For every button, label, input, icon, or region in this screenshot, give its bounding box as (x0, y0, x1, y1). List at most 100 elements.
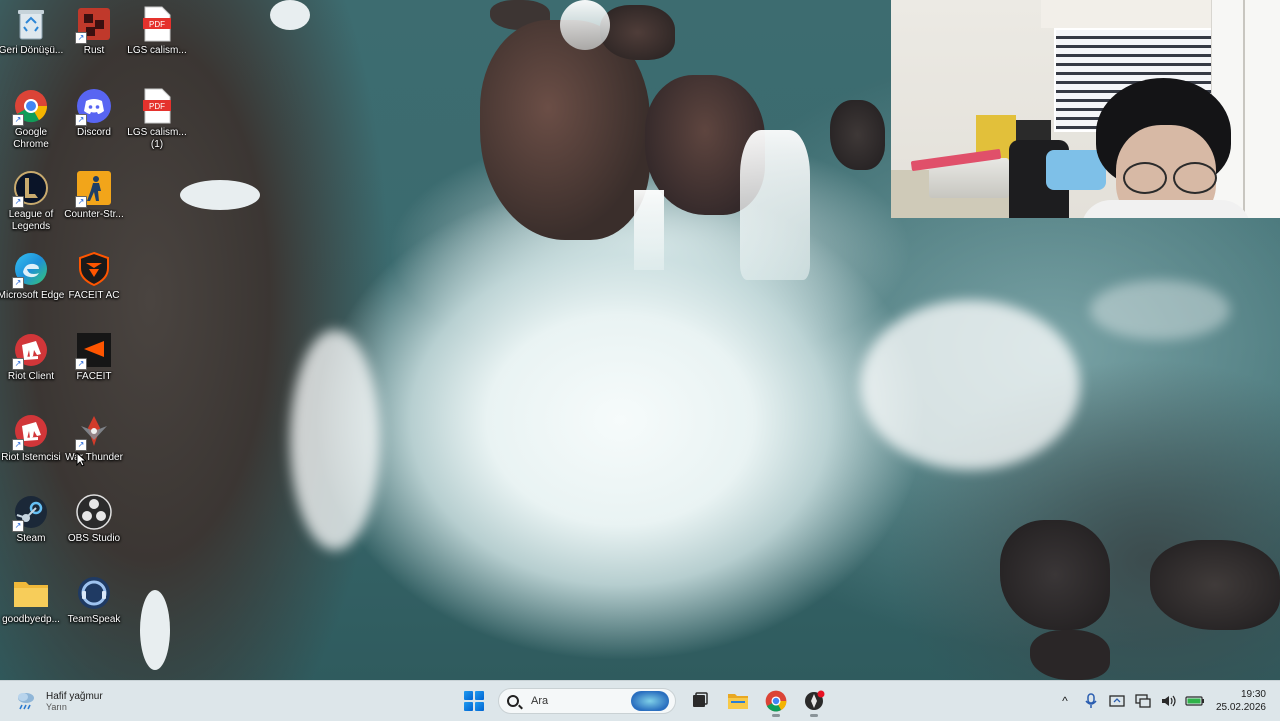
start-button[interactable] (460, 687, 488, 715)
desktop-icon-label: goodbyedp... (2, 614, 60, 625)
webcam-person-shirt (1081, 200, 1251, 218)
shortcut-arrow-icon: ↗ (75, 439, 87, 451)
taskbar-search-box[interactable]: Ara (498, 688, 676, 714)
clock-time: 19:30 (1240, 689, 1266, 700)
desktop-icon-label: Discord (77, 127, 111, 138)
taskbar-clock[interactable]: 19:30 25.02.2026 (1216, 688, 1266, 714)
wallpaper-rock (1000, 520, 1110, 630)
desktop-icon-label: Google Chrome (13, 127, 49, 150)
start-logo-tile (475, 702, 484, 711)
search-placeholder: Ara (531, 695, 549, 707)
shortcut-arrow-icon: ↗ (75, 358, 87, 370)
taskbar-center: Ara (460, 685, 828, 717)
recycle-bin-icon (13, 6, 49, 42)
file-explorer-button[interactable] (724, 687, 752, 715)
desktop-icon-label: FACEIT AC (68, 290, 120, 301)
weather-subtext: Yarın (46, 701, 67, 712)
desktop-icon-label: Steam (16, 533, 46, 544)
wallpaper-rock (1150, 540, 1280, 630)
desktop-icon-faceit-ac[interactable]: FACEIT AC (63, 247, 125, 325)
desktop-icon-faceit[interactable]: ↗ FACEIT (63, 328, 125, 406)
webcam-bag (1046, 150, 1106, 190)
desktop-icon-label: Microsoft Edge (0, 290, 65, 301)
task-view-icon (693, 692, 708, 707)
wallpaper-waterfall (634, 190, 664, 270)
wallpaper-rock (830, 100, 885, 170)
wallpaper-waterfall (740, 130, 810, 280)
desktop-icon-goodbyedpi-folder[interactable]: goodbyedp... (0, 571, 62, 649)
desktop-icon-riot-client[interactable]: ↗ Riot Client (0, 328, 62, 406)
desktop-icon-label: LGS calism... (1) (127, 127, 187, 150)
shortcut-arrow-icon: ↗ (12, 114, 24, 126)
system-tray: ^ 19:30 25.02.2026 (1052, 681, 1280, 721)
faceit-ac-icon (76, 251, 112, 287)
desktop-icon-discord[interactable]: ↗ Discord (63, 84, 125, 162)
rain-cloud-icon (14, 689, 38, 713)
desktop-icon-chrome[interactable]: ↗ Google Chrome (0, 84, 62, 162)
desktop-icon-obs-studio[interactable]: OBS Studio (63, 490, 125, 568)
desktop-icon-rust[interactable]: ↗ Rust (63, 2, 125, 80)
wallpaper-snow (180, 180, 260, 210)
webcam-glasses-left (1123, 162, 1167, 194)
clock-date: 25.02.2026 (1215, 702, 1266, 713)
volume-icon[interactable] (1158, 690, 1180, 712)
webcam-overlay (891, 0, 1280, 218)
desktop-icon-microsoft-edge[interactable]: ↗ Microsoft Edge (0, 247, 64, 325)
pdf-file-icon: PDF (139, 6, 175, 42)
wallpaper-foam (1090, 280, 1230, 340)
shortcut-arrow-icon: ↗ (75, 32, 87, 44)
weather-widget[interactable]: Hafif yağmur Yarın (14, 687, 103, 715)
network-icon[interactable] (1132, 690, 1154, 712)
desktop-icon-pdf[interactable]: PDF LGS calism... (1) (126, 84, 188, 162)
war-thunder-icon (805, 690, 825, 710)
taskbar: Hafif yağmur Yarın Ara ^ 19:30 25.02.202… (0, 680, 1280, 721)
desktop-icon-label: Riot Client (7, 371, 55, 382)
shortcut-arrow-icon: ↗ (12, 358, 24, 370)
teamspeak-icon (76, 575, 112, 611)
desktop-icon-pdf[interactable]: PDF LGS calism... (126, 2, 188, 80)
pdf-badge-text: PDF (149, 102, 165, 111)
desktop-icon-label: League of Legends (8, 209, 54, 232)
shortcut-arrow-icon: ↗ (75, 114, 87, 126)
war-thunder-taskbar-button[interactable] (800, 687, 828, 717)
desktop-icon-label: FACEIT (76, 371, 112, 382)
search-highlight-icon (631, 691, 669, 711)
folder-icon (13, 575, 49, 611)
pdf-badge-text: PDF (149, 20, 165, 29)
microphone-icon[interactable] (1080, 690, 1102, 712)
desktop-icon-riot-istemcisi[interactable]: ↗ Riot İstemcisi (0, 409, 62, 487)
screen-capture-icon[interactable] (1106, 690, 1128, 712)
desktop-icon-league-of-legends[interactable]: ↗ League of Legends (0, 166, 62, 244)
shortcut-arrow-icon: ↗ (12, 439, 24, 451)
wallpaper-rock (1030, 630, 1110, 680)
desktop-icon-label: Rust (83, 45, 105, 56)
mouse-cursor-icon (76, 452, 86, 467)
wallpaper-foam (860, 300, 1080, 470)
desktop-icon-war-thunder[interactable]: ↗ War Thunder (63, 409, 125, 487)
shortcut-arrow-icon: ↗ (12, 520, 24, 532)
wallpaper-foam (290, 330, 380, 550)
desktop-icon-label: War Thunder (65, 452, 123, 463)
wallpaper-snow (270, 0, 310, 30)
desktop-icon-label: LGS calism... (127, 45, 187, 56)
wallpaper-waterfall (560, 0, 610, 50)
task-view-button[interactable] (686, 687, 714, 715)
chrome-icon (765, 690, 787, 712)
weather-condition: Hafif yağmur (46, 690, 103, 702)
desktop-icon-steam[interactable]: ↗ Steam (0, 490, 62, 568)
chrome-taskbar-button[interactable] (762, 687, 790, 717)
show-hidden-icons-chevron[interactable]: ^ (1054, 690, 1076, 712)
battery-icon[interactable] (1184, 690, 1206, 712)
desktop-icon-recycle-bin[interactable]: Geri Dönüşü... (0, 2, 63, 80)
desktop-icon-label: TeamSpeak (67, 614, 121, 625)
obs-studio-icon (76, 494, 112, 530)
wallpaper-rock (600, 5, 675, 60)
desktop-icon-teamspeak[interactable]: TeamSpeak (63, 571, 125, 649)
desktop-icon-counter-strike[interactable]: ↗ Counter-Str... (63, 166, 125, 244)
webcam-glasses-right (1173, 162, 1217, 194)
pdf-file-icon: PDF (139, 88, 175, 124)
shortcut-arrow-icon: ↗ (12, 277, 24, 289)
webcam-curtain (1041, 0, 1221, 28)
desktop-icon-label: OBS Studio (67, 533, 121, 544)
start-logo-tile (475, 691, 484, 700)
